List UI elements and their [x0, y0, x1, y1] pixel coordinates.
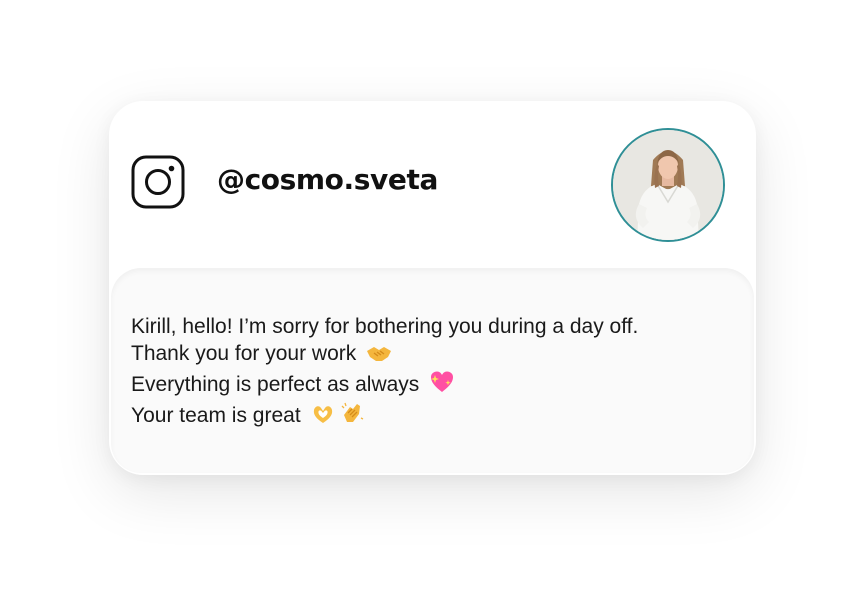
- message-line-text: Kirill, hello! I’m sorry for bothering y…: [131, 315, 639, 338]
- instagram-icon[interactable]: [131, 155, 185, 209]
- message-line: Kirill, hello! I’m sorry for bothering y…: [131, 313, 638, 340]
- message-line: Your team is great: [131, 401, 638, 432]
- handshake-emoji: [366, 343, 392, 370]
- message-line-text: Thank you for your work: [131, 342, 357, 365]
- message-line-text: Everything is perfect as always: [131, 373, 426, 396]
- avatar[interactable]: [611, 128, 725, 242]
- heart-hands-emoji: [311, 403, 335, 432]
- clapping-hands-emoji: [340, 401, 364, 432]
- profile-header: @cosmo.sveta: [109, 101, 756, 269]
- profile-handle[interactable]: @cosmo.sveta: [217, 160, 438, 200]
- message-line-text: Your team is great: [131, 404, 301, 427]
- testimonial-card: @cosmo.sveta Kirill, hello! I’m sorry fo…: [109, 101, 756, 475]
- message-line: Thank you for your work: [131, 340, 638, 370]
- sparkling-heart-emoji: [429, 370, 455, 401]
- message-box: Kirill, hello! I’m sorry for bothering y…: [111, 268, 754, 473]
- message-line: Everything is perfect as always: [131, 370, 638, 401]
- message-text: Kirill, hello! I’m sorry for bothering y…: [131, 313, 638, 432]
